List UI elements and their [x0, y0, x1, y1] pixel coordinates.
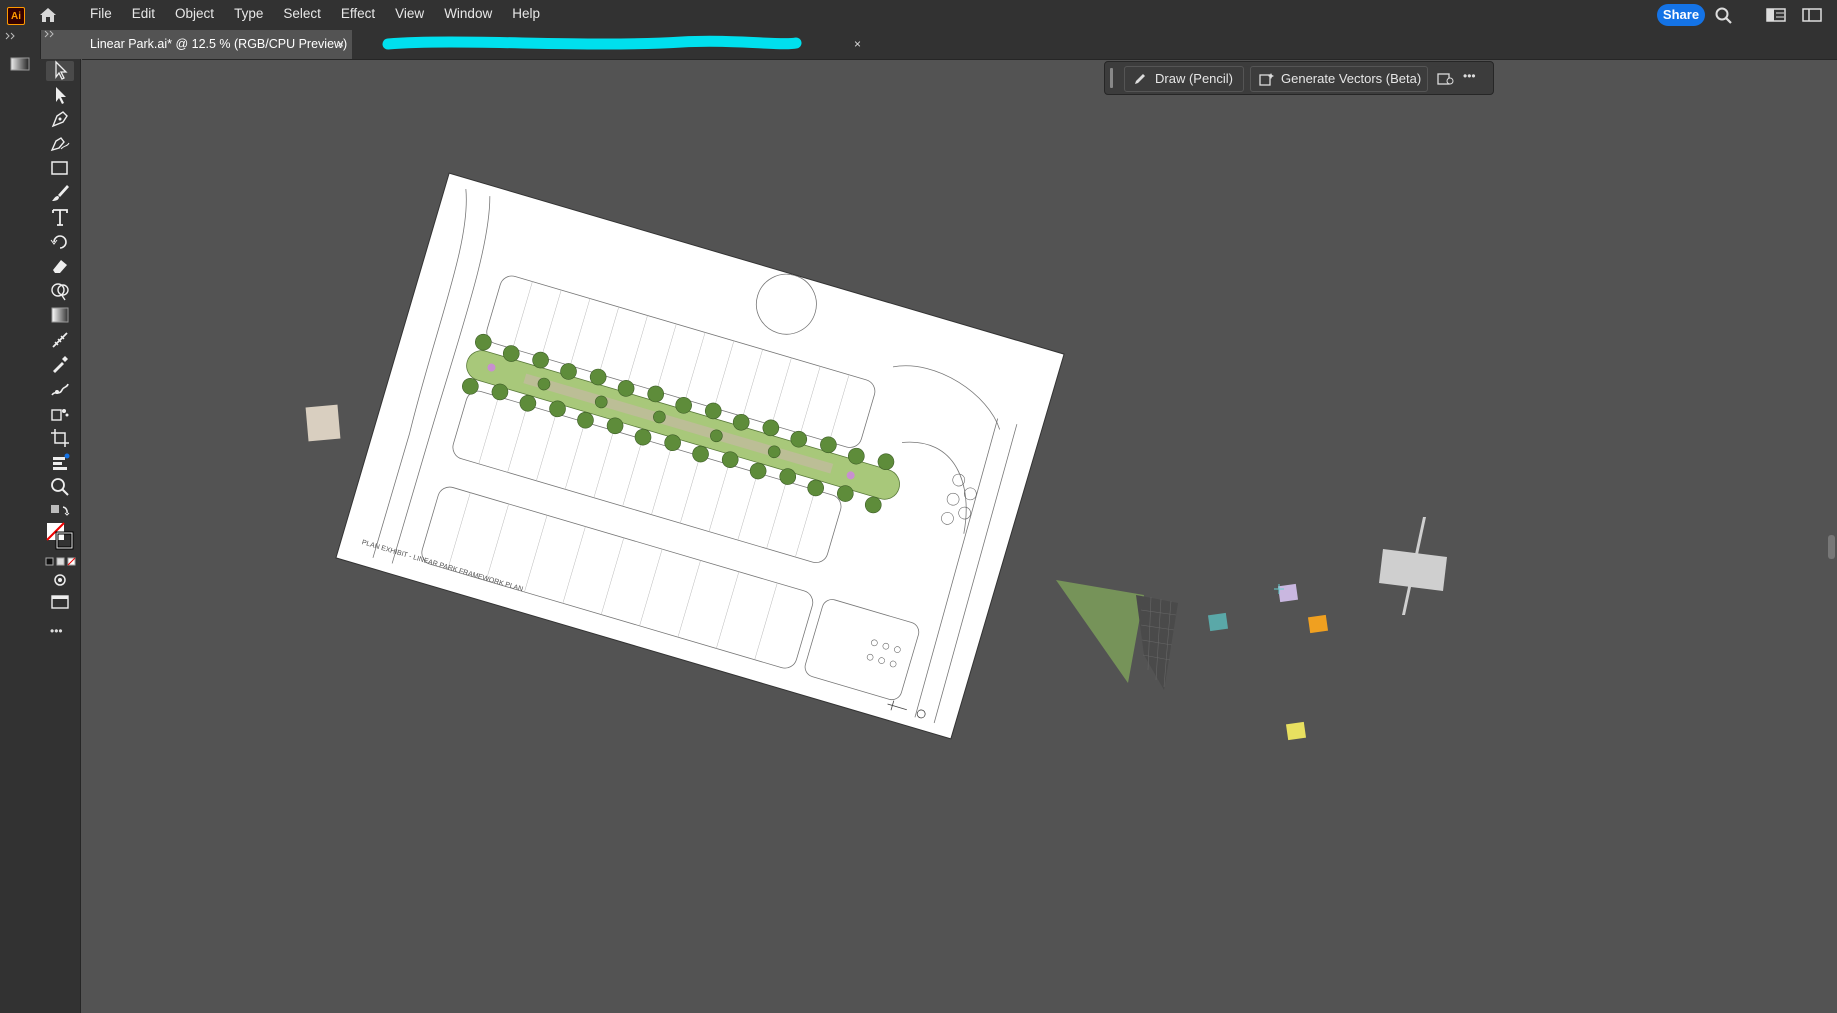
draw-pencil-label: Draw (Pencil): [1155, 71, 1234, 86]
puppet-warp-tool-icon[interactable]: [49, 378, 71, 400]
crosshair-icon: [1274, 584, 1284, 594]
gray-cross-shape[interactable]: [1375, 515, 1450, 620]
symbol-sprayer-tool-icon[interactable]: [49, 402, 71, 424]
paintbrush-tool-icon[interactable]: [49, 182, 71, 204]
menu-view[interactable]: View: [385, 0, 434, 30]
menu-bar: Ai File Edit Object Type Select Effect V…: [0, 0, 1837, 30]
close-icon[interactable]: ×: [854, 30, 861, 59]
column-graph-tool-icon[interactable]: [49, 451, 71, 473]
home-icon[interactable]: [38, 5, 58, 25]
contextual-task-bar: Draw (Pencil) Generate Vectors (Beta) ••…: [1104, 61, 1494, 95]
tab-linear-park[interactable]: Linear Park.ai* @ 12.5 % (RGB/CPU Previe…: [82, 30, 352, 59]
menu-object[interactable]: Object: [165, 0, 224, 30]
color-mode-buttons[interactable]: [45, 556, 77, 568]
main-menu: File Edit Object Type Select Effect View…: [80, 0, 550, 30]
generate-vectors-label: Generate Vectors (Beta): [1281, 71, 1422, 86]
generate-vectors-icon: [1259, 73, 1274, 86]
fill-stroke-swatches[interactable]: [46, 522, 74, 550]
more-options-button[interactable]: •••: [1463, 69, 1476, 83]
document-tab-bar: Linear Park.ai* @ 12.5 % (RGB/CPU Previe…: [82, 30, 1837, 60]
vertical-scrollbar-thumb[interactable]: [1828, 535, 1835, 559]
gradient-tool-icon[interactable]: [49, 304, 71, 326]
illustrator-logo: Ai: [7, 7, 25, 25]
arrange-documents-icon[interactable]: [1802, 6, 1822, 24]
rectangle-tool-icon[interactable]: [49, 157, 71, 179]
green-triangle-grid-shape[interactable]: [1056, 575, 1181, 690]
curvature-tool-icon[interactable]: [49, 133, 71, 155]
menu-window[interactable]: Window: [434, 0, 502, 30]
pencil-icon: [1135, 74, 1145, 84]
draw-mode-icon[interactable]: [49, 569, 71, 591]
artboard-linear-park[interactable]: PLAN EXHIBIT - LINEAR PARK FRAMEWORK PLA…: [336, 173, 1064, 739]
tan-color-swatch[interactable]: [305, 404, 341, 442]
task-bar-options-icon[interactable]: [1437, 71, 1455, 87]
teal-color-swatch[interactable]: [1207, 612, 1229, 632]
expand-panels-icon[interactable]: [5, 32, 17, 40]
toolbar-collapse-icon[interactable]: [44, 30, 56, 38]
draw-pencil-button[interactable]: Draw (Pencil): [1124, 66, 1244, 92]
eraser-tool-icon[interactable]: [49, 255, 71, 277]
workspace-layout-icon[interactable]: [1766, 6, 1786, 24]
menu-file[interactable]: File: [80, 0, 122, 30]
menu-effect[interactable]: Effect: [331, 0, 385, 30]
artboard-caption: PLAN EXHIBIT - LINEAR PARK FRAMEWORK PLA…: [361, 539, 524, 593]
shape-builder-tool-icon[interactable]: [49, 280, 71, 302]
artboard-tool-icon[interactable]: [49, 427, 71, 449]
screen-mode-icon[interactable]: [49, 591, 71, 613]
pen-tool-icon[interactable]: [49, 108, 71, 130]
task-bar-grip[interactable]: [1110, 68, 1113, 88]
collapsed-panel-strip: [0, 30, 41, 1013]
eyedropper-tool-icon[interactable]: [49, 353, 71, 375]
tools-panel: •••: [40, 30, 81, 1013]
zoom-tool-icon[interactable]: [49, 476, 71, 498]
redaction-scribble: [382, 35, 802, 50]
orange-color-swatch[interactable]: [1307, 614, 1329, 634]
site-plan-drawing: PLAN EXHIBIT - LINEAR PARK FRAMEWORK PLA…: [361, 188, 1018, 724]
tab-linear-park-label: Linear Park.ai* @ 12.5 % (RGB/CPU Previe…: [90, 37, 348, 51]
menu-edit[interactable]: Edit: [122, 0, 165, 30]
yellow-color-swatch[interactable]: [1285, 721, 1307, 741]
menu-type[interactable]: Type: [224, 0, 273, 30]
type-tool-icon[interactable]: [49, 206, 71, 228]
tab-second-document[interactable]: ×: [352, 30, 861, 59]
edit-toolbar-button[interactable]: •••: [50, 624, 63, 638]
close-icon[interactable]: ×: [337, 30, 344, 59]
direct-selection-tool-icon[interactable]: [49, 84, 71, 106]
gradient-panel-icon[interactable]: [9, 56, 31, 72]
rotate-tool-icon[interactable]: [49, 231, 71, 253]
swap-fill-stroke-icon[interactable]: [49, 501, 71, 523]
selection-tool-icon[interactable]: [49, 59, 71, 81]
generate-vectors-button[interactable]: Generate Vectors (Beta): [1250, 66, 1428, 92]
menu-select[interactable]: Select: [273, 0, 331, 30]
blend-tool-icon[interactable]: [49, 329, 71, 351]
search-icon[interactable]: [1714, 6, 1734, 24]
menu-help[interactable]: Help: [502, 0, 550, 30]
share-button[interactable]: Share: [1657, 4, 1705, 26]
